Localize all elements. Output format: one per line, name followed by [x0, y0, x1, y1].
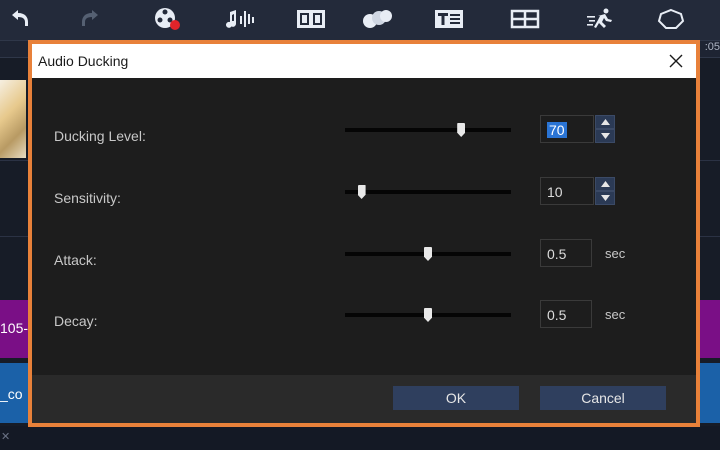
- sensitivity-stepper[interactable]: [595, 177, 615, 205]
- decay-slider[interactable]: [345, 308, 511, 322]
- ducking-level-stepper[interactable]: [595, 115, 615, 143]
- cancel-button[interactable]: Cancel: [540, 386, 666, 410]
- scenes-icon[interactable]: [294, 6, 328, 32]
- slider-thumb[interactable]: [357, 185, 366, 199]
- record-icon[interactable]: [150, 6, 184, 32]
- redo-icon[interactable]: [74, 6, 108, 32]
- decay-label: Decay:: [54, 313, 98, 329]
- decay-input[interactable]: 0.5: [540, 300, 592, 328]
- ducking-level-input[interactable]: 70: [540, 115, 594, 143]
- chevron-up-icon: [600, 181, 610, 187]
- ducking-level-slider[interactable]: [345, 123, 511, 137]
- timeline-footer: ✕: [0, 426, 720, 450]
- ducking-level-label: Ducking Level:: [54, 128, 146, 144]
- audio-clip-label: 105-: [0, 320, 29, 336]
- audio-icon[interactable]: [224, 6, 258, 32]
- spin-down-button[interactable]: [595, 129, 615, 143]
- spin-up-button[interactable]: [595, 177, 615, 191]
- dialog-titlebar[interactable]: Audio Ducking: [32, 44, 696, 78]
- undo-icon[interactable]: [2, 6, 36, 32]
- spin-down-button[interactable]: [595, 191, 615, 205]
- ruler-timecode: :05: [704, 41, 720, 53]
- close-icon[interactable]: ✕: [1, 430, 10, 443]
- decay-unit: sec: [605, 307, 626, 322]
- dialog-title: Audio Ducking: [38, 53, 129, 69]
- slider-thumb[interactable]: [457, 123, 466, 137]
- grid-icon[interactable]: [508, 6, 542, 32]
- slider-track: [345, 128, 511, 132]
- ok-button[interactable]: OK: [393, 386, 519, 410]
- music-clip-label: _co: [0, 386, 23, 402]
- spin-up-button[interactable]: [595, 115, 615, 129]
- close-button[interactable]: [662, 48, 690, 74]
- sensitivity-input[interactable]: 10: [540, 177, 594, 205]
- attack-label: Attack:: [54, 252, 97, 268]
- close-icon: [669, 54, 683, 68]
- sensitivity-slider[interactable]: [345, 185, 511, 199]
- attack-unit: sec: [605, 246, 626, 261]
- title-icon[interactable]: [432, 6, 466, 32]
- slider-thumb[interactable]: [424, 247, 432, 261]
- slider-track: [345, 190, 511, 194]
- attack-slider[interactable]: [345, 247, 511, 261]
- lasso-icon[interactable]: [654, 6, 688, 32]
- dialog-body: Ducking Level: 70 Sensitivity: 10 Attack…: [32, 78, 696, 375]
- chevron-down-icon: [600, 195, 610, 201]
- audio-ducking-dialog: Audio Ducking Ducking Level: 70 Sensitiv…: [32, 44, 696, 423]
- merge-icon[interactable]: [360, 6, 394, 32]
- decay-value: 0.5: [547, 307, 567, 323]
- sensitivity-label: Sensitivity:: [54, 190, 121, 206]
- slider-thumb[interactable]: [424, 308, 432, 322]
- dialog-footer: OK Cancel: [32, 375, 696, 423]
- sensitivity-value: 10: [547, 184, 563, 200]
- video-clip-thumbnail[interactable]: [0, 80, 26, 158]
- chevron-down-icon: [600, 133, 610, 139]
- main-toolbar: [0, 0, 720, 41]
- attack-input[interactable]: 0.5: [540, 239, 592, 267]
- attack-value: 0.5: [547, 246, 567, 262]
- ducking-level-value: 70: [547, 122, 567, 138]
- chevron-up-icon: [600, 119, 610, 125]
- motion-icon[interactable]: [584, 6, 618, 32]
